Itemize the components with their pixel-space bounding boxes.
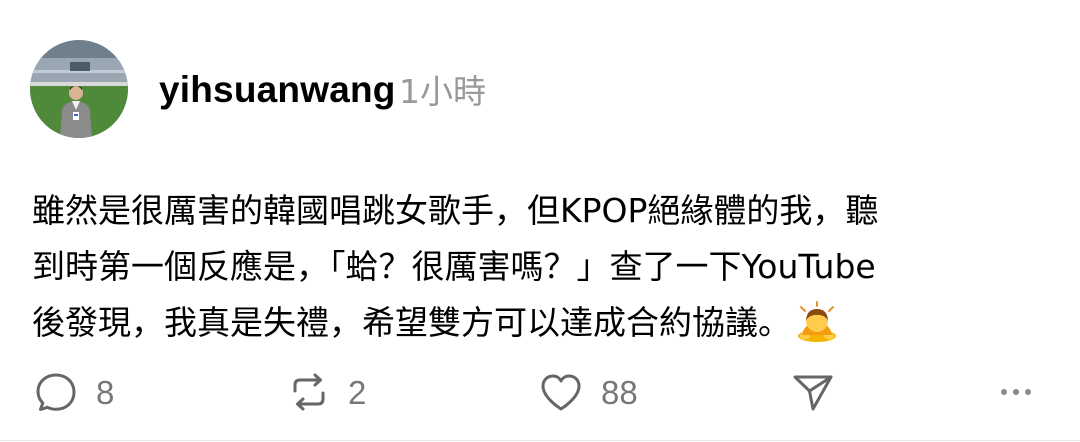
more-dots-icon <box>1001 389 1031 395</box>
thread-post: yihsuanwang 1小時 雖然是很厲害的韓國唱跳女歌手，但KPOP絕緣體的… <box>0 0 1080 442</box>
post-body-text: 後發現，我真是失禮，希望雙方可以達成合約協議。 <box>32 303 791 342</box>
like-button[interactable]: 88 <box>538 369 648 415</box>
like-count: 88 <box>601 374 638 411</box>
reply-button[interactable]: 8 <box>33 369 123 415</box>
bowing-person-emoji <box>795 299 839 343</box>
more-options-button[interactable] <box>998 369 1034 415</box>
post-timestamp: 1小時 <box>399 72 486 111</box>
heart-icon <box>541 374 581 411</box>
repost-count: 2 <box>348 374 367 411</box>
post-body-line-last: 後發現，我真是失禮，希望雙方可以達成合約協議。 <box>32 295 1042 351</box>
author-username[interactable]: yihsuanwang <box>159 66 396 114</box>
post-body: 雖然是很厲害的韓國唱跳女歌手，但KPOP絕緣體的我，聽 到時第一個反應是，「蛤？… <box>32 183 1042 351</box>
post-body-line: 到時第一個反應是，「蛤？很厲害嗎？」查了一下YouTube <box>32 247 876 286</box>
post-divider <box>0 440 1080 441</box>
post-body-line: 雖然是很厲害的韓國唱跳女歌手，但KPOP絕緣體的我，聽 <box>32 191 879 230</box>
share-button[interactable] <box>790 369 836 415</box>
repost-button[interactable]: 2 <box>286 369 376 415</box>
avatar[interactable] <box>30 40 128 138</box>
comment-icon <box>36 373 76 411</box>
repost-icon <box>293 373 325 411</box>
reply-count: 8 <box>96 374 115 411</box>
send-icon <box>793 375 833 411</box>
